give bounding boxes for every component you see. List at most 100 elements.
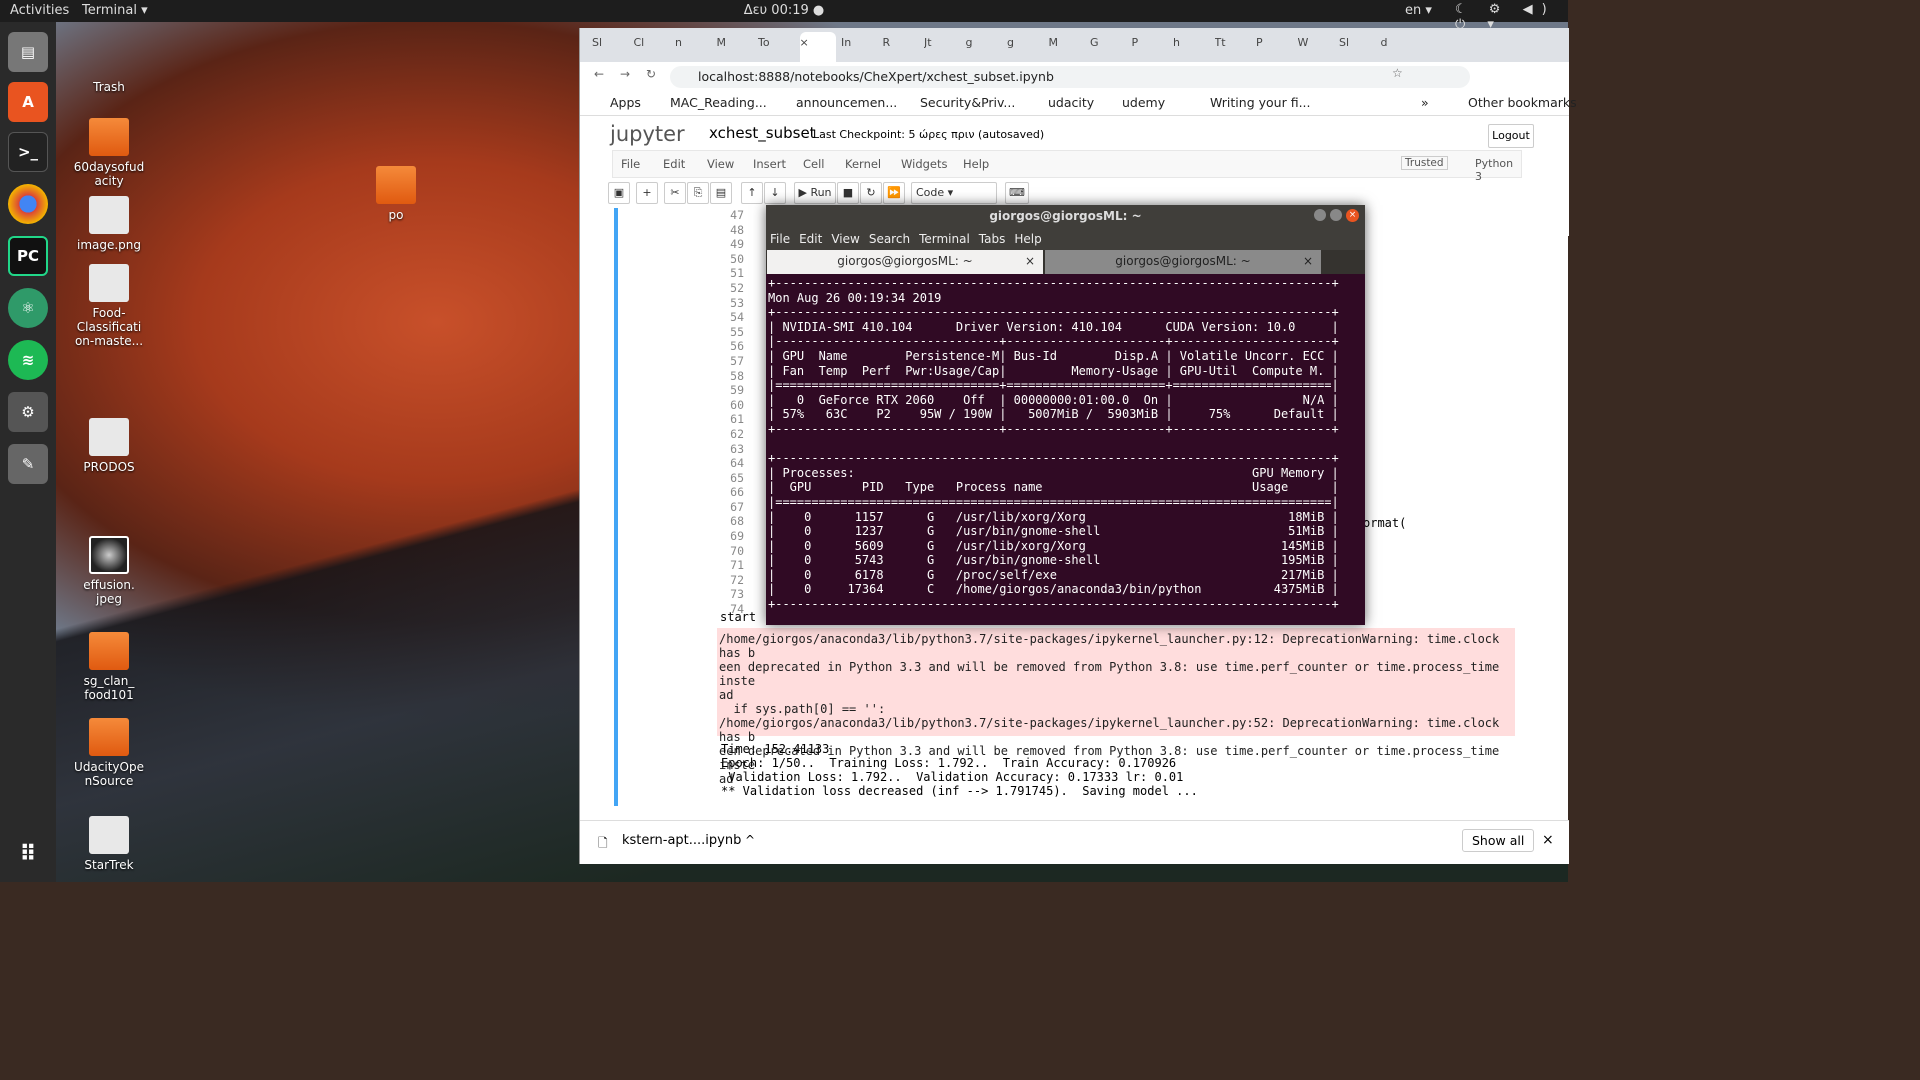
terminal-menu-item[interactable]: View bbox=[831, 232, 859, 246]
files-icon[interactable]: ▤ bbox=[8, 32, 48, 72]
desktop-icon[interactable]: 60daysofud acity bbox=[69, 118, 149, 188]
bookmark-item[interactable]: Writing your fi... bbox=[1210, 95, 1311, 110]
logout-button[interactable]: Logout bbox=[1488, 124, 1534, 148]
jupyter-menu-item[interactable]: File bbox=[621, 157, 640, 171]
stop-icon[interactable]: ■ bbox=[837, 182, 859, 204]
jupyter-menu-item[interactable]: Widgets bbox=[901, 157, 948, 171]
bookmark-item[interactable]: Apps bbox=[610, 95, 641, 110]
bookmark-item[interactable]: udacity bbox=[1048, 95, 1094, 110]
terminal-menu-item[interactable]: Terminal bbox=[919, 232, 970, 246]
bookmark-item[interactable]: announcemen... bbox=[796, 95, 897, 110]
cell-type-select[interactable]: Code ▾ bbox=[911, 182, 997, 204]
close-icon[interactable]: × bbox=[1303, 254, 1313, 268]
jupyter-menu-item[interactable]: Cell bbox=[803, 157, 825, 171]
pycharm-icon[interactable]: PC bbox=[8, 236, 48, 276]
restart-icon[interactable]: ↻ bbox=[860, 182, 882, 204]
desktop-icon[interactable]: sg_clan_ food101 bbox=[69, 632, 149, 702]
minimize-icon[interactable] bbox=[1314, 209, 1326, 221]
jupyter-menu-item[interactable]: Help bbox=[963, 157, 989, 171]
browser-tab[interactable]: Sl bbox=[592, 36, 628, 56]
terminal-menu-item[interactable]: File bbox=[770, 232, 790, 246]
jupyter-menu-item[interactable]: Insert bbox=[753, 157, 786, 171]
software-center-icon[interactable]: A bbox=[8, 82, 48, 122]
browser-tab[interactable]: h bbox=[1173, 36, 1209, 56]
browser-tab[interactable]: M bbox=[1049, 36, 1085, 56]
run-button[interactable]: ▶ Run bbox=[794, 182, 836, 204]
browser-tab[interactable]: W bbox=[1298, 36, 1334, 56]
settings-icon[interactable]: ⚙ bbox=[8, 392, 48, 432]
browser-tab[interactable]: R bbox=[883, 36, 919, 56]
browser-tab[interactable]: P bbox=[1256, 36, 1292, 56]
terminal-menu-item[interactable]: Edit bbox=[799, 232, 822, 246]
paste-icon[interactable]: ▤ bbox=[710, 182, 732, 204]
terminal-menu-item[interactable]: Tabs bbox=[979, 232, 1006, 246]
browser-tab[interactable]: In bbox=[841, 36, 877, 56]
bookmark-item[interactable]: » bbox=[1421, 95, 1429, 110]
browser-tab[interactable]: g bbox=[966, 36, 1002, 56]
maximize-icon[interactable] bbox=[1330, 209, 1342, 221]
terminal-menu-item[interactable]: Search bbox=[869, 232, 910, 246]
browser-tab[interactable]: G bbox=[1090, 36, 1126, 56]
keyboard-icon[interactable]: ⌨ bbox=[1005, 182, 1029, 204]
bookmark-item[interactable]: udemy bbox=[1122, 95, 1165, 110]
terminal-tab-2[interactable]: giorgos@giorgosML: ~ × bbox=[1045, 250, 1321, 274]
jupyter-menu-item[interactable]: Kernel bbox=[845, 157, 881, 171]
notebook-name[interactable]: xchest_subset bbox=[709, 124, 816, 142]
desktop-icon[interactable]: effusion. jpeg bbox=[69, 536, 149, 606]
browser-tab[interactable]: d bbox=[1381, 36, 1417, 56]
desktop-icon[interactable]: Trash bbox=[69, 38, 149, 94]
chevron-up-icon[interactable]: ^ bbox=[745, 833, 755, 847]
language-indicator[interactable]: en ▾ bbox=[1405, 3, 1432, 18]
save-icon[interactable]: ▣ bbox=[608, 182, 630, 204]
fast-forward-icon[interactable]: ⏩ bbox=[883, 182, 905, 204]
spotify-icon[interactable]: ≋ bbox=[8, 340, 48, 380]
browser-tab[interactable]: Jt bbox=[924, 36, 960, 56]
move-down-icon[interactable]: ↓ bbox=[764, 182, 786, 204]
terminal-tab-1[interactable]: giorgos@giorgosML: ~ × bbox=[767, 250, 1043, 274]
star-icon[interactable]: ☆ bbox=[1392, 66, 1403, 80]
move-up-icon[interactable]: ↑ bbox=[741, 182, 763, 204]
clock[interactable]: Δευ 00:19 ● bbox=[0, 3, 1568, 18]
address-bar[interactable]: localhost:8888/notebooks/CheXpert/xchest… bbox=[670, 66, 1470, 88]
terminal-icon[interactable]: >_ bbox=[8, 132, 48, 172]
jupyter-menu-item[interactable]: Edit bbox=[663, 157, 685, 171]
browser-tab[interactable]: × bbox=[799, 32, 836, 62]
download-filename[interactable]: kstern-apt....ipynb bbox=[622, 833, 741, 848]
jupyter-logo[interactable]: jupyter bbox=[610, 122, 685, 146]
browser-tab[interactable]: Sl bbox=[1339, 36, 1375, 56]
desktop-icon[interactable]: StarTrek bbox=[69, 816, 149, 872]
browser-tab[interactable]: To bbox=[758, 36, 794, 56]
desktop-icon[interactable]: image.png bbox=[69, 196, 149, 252]
terminal-output[interactable]: +---------------------------------------… bbox=[766, 276, 1365, 625]
desktop-icon[interactable]: po bbox=[356, 166, 436, 222]
jupyter-menu-item[interactable]: View bbox=[707, 157, 734, 171]
forward-icon[interactable]: → bbox=[620, 67, 630, 81]
terminal-menu-item[interactable]: Help bbox=[1014, 232, 1041, 246]
atom-icon[interactable]: ⚛ bbox=[8, 288, 48, 328]
desktop-icon[interactable]: Food-Classificati on-maste... bbox=[69, 264, 149, 348]
copy-icon[interactable]: ⎘ bbox=[687, 182, 709, 204]
app-menu[interactable]: Terminal ▾ bbox=[82, 3, 148, 18]
activities-button[interactable]: Activities bbox=[10, 3, 69, 18]
browser-tab[interactable]: M bbox=[717, 36, 753, 56]
bookmark-item[interactable]: Security&Priv... bbox=[920, 95, 1015, 110]
browser-tab[interactable]: Cl bbox=[634, 36, 670, 56]
bookmark-item[interactable]: Other bookmarks bbox=[1468, 95, 1577, 110]
bookmark-item[interactable]: MAC_Reading... bbox=[670, 95, 767, 110]
back-icon[interactable]: ← bbox=[594, 67, 604, 81]
close-icon[interactable]: × bbox=[1542, 832, 1554, 848]
add-cell-icon[interactable]: + bbox=[636, 182, 658, 204]
cut-icon[interactable]: ✂ bbox=[664, 182, 686, 204]
chrome-icon[interactable] bbox=[8, 184, 48, 224]
tools-icon[interactable]: ✎ bbox=[8, 444, 48, 484]
browser-tab[interactable]: g bbox=[1007, 36, 1043, 56]
window-close-icon[interactable]: × bbox=[1346, 209, 1359, 222]
reload-icon[interactable]: ↻ bbox=[646, 67, 656, 81]
desktop-icon[interactable]: PRODOS bbox=[69, 418, 149, 474]
browser-tab[interactable]: Tt bbox=[1215, 36, 1251, 56]
show-apps-icon[interactable]: ⠿ bbox=[8, 834, 48, 874]
trusted-indicator[interactable]: Trusted bbox=[1401, 156, 1448, 170]
show-all-button[interactable]: Show all bbox=[1462, 829, 1535, 852]
browser-tab[interactable]: n bbox=[675, 36, 711, 56]
browser-tab[interactable]: P bbox=[1132, 36, 1168, 56]
